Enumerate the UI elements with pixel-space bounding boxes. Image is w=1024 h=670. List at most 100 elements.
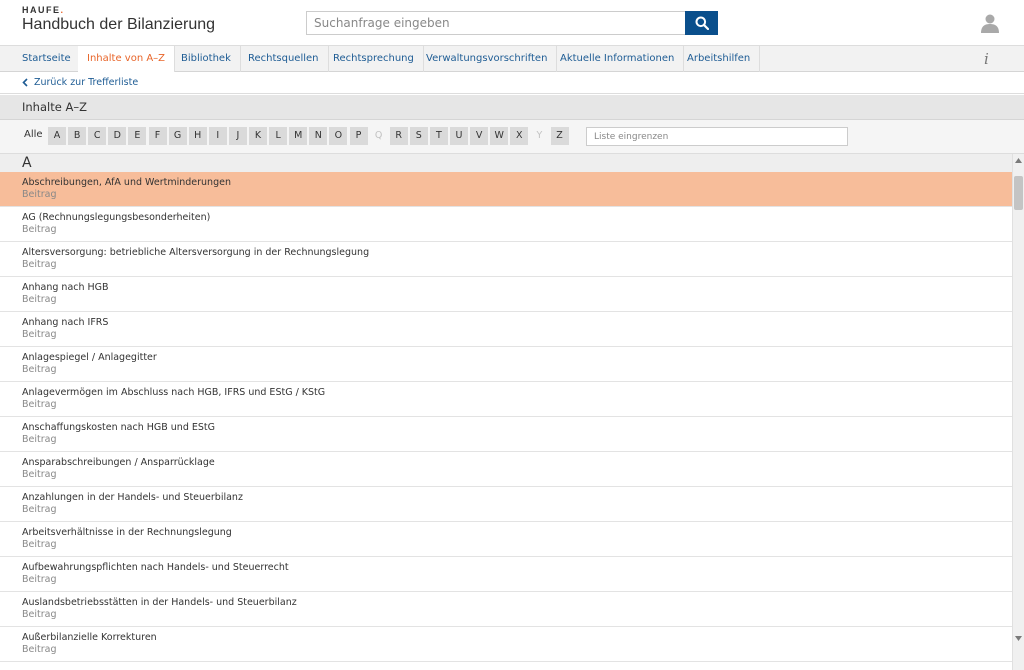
list-item[interactable]: AG (Rechnungslegungsbesonderheiten) Beitr…	[0, 207, 1012, 242]
triangle-down-icon	[1015, 636, 1022, 641]
nav-inhalte-a-z[interactable]: Inhalte von A–Z	[78, 46, 176, 73]
list-item-title[interactable]: Außerbilanzielle Korrekturen	[22, 632, 1012, 644]
list-item-type: Beitrag	[22, 189, 57, 200]
list-item-title[interactable]: Auslandsbetriebsstätten in der Handels- …	[22, 597, 1012, 609]
list-item[interactable]: Ansparabschreibungen / Ansparrücklage Bei…	[0, 452, 1012, 487]
alphabet-letter-x[interactable]: X	[510, 127, 529, 145]
alphabet-letter-y: Y	[536, 130, 543, 141]
list-item-title[interactable]: Anhang nach HGB	[22, 282, 1012, 294]
list-item[interactable]: Anschaffungskosten nach HGB und EStG Beit…	[0, 417, 1012, 452]
alphabet-all[interactable]: Alle	[24, 129, 43, 140]
page-title: Inhalte A–Z	[22, 100, 87, 114]
list-item-type: Beitrag	[22, 504, 57, 515]
list-item-title[interactable]: Ansparabschreibungen / Ansparrücklage	[22, 457, 1012, 469]
alphabet-letter-s[interactable]: S	[409, 127, 428, 145]
content-list: A Abschreibungen, AfA und Wertminderunge…	[0, 154, 1012, 670]
triangle-up-icon	[1015, 158, 1022, 163]
list-item[interactable]: Außerbilanzielle Korrekturen Beitrag	[0, 627, 1012, 662]
chevron-left-icon	[22, 78, 28, 87]
list-scrollbar[interactable]	[1012, 154, 1024, 670]
nav-aktuelle-informationen[interactable]: Aktuelle Informationen	[551, 46, 685, 72]
scroll-up-arrow[interactable]	[1013, 158, 1024, 166]
list-item-type: Beitrag	[22, 364, 57, 375]
list-item[interactable]: Arbeitsverhältnisse in der Rechnungslegu…	[0, 522, 1012, 557]
alphabet-letter-o[interactable]: O	[329, 127, 348, 145]
alphabet-letter-q: Q	[374, 130, 383, 141]
list-item-type: Beitrag	[22, 399, 57, 410]
alphabet-letter-g[interactable]: G	[168, 127, 187, 145]
search-bar	[306, 11, 718, 35]
alphabet-letter-p[interactable]: P	[349, 127, 368, 145]
search-input[interactable]	[306, 11, 686, 35]
alphabet-letter-a[interactable]: A	[48, 127, 66, 145]
list-item[interactable]: Auslandsbetriebsstätten in der Handels- …	[0, 592, 1012, 627]
app-title[interactable]: Handbuch der Bilanzierung	[22, 16, 215, 34]
list-item-type: Beitrag	[22, 469, 57, 480]
alphabet-letter-u[interactable]: U	[450, 127, 468, 145]
alphabet-letter-f[interactable]: F	[148, 127, 167, 145]
app-header: HAUFE. Handbuch der Bilanzierung	[0, 0, 1024, 45]
alphabet-letter-b[interactable]: B	[68, 127, 87, 145]
nav-rechtsquellen[interactable]: Rechtsquellen	[239, 46, 329, 72]
list-item[interactable]: Aufbewahrungspflichten nach Handels- und…	[0, 557, 1012, 592]
alphabet-letter-e[interactable]: E	[128, 127, 147, 145]
alphabet-letter-m[interactable]: M	[289, 127, 308, 145]
group-letter-heading: A	[0, 154, 1012, 172]
alphabet-letter-i[interactable]: I	[208, 127, 227, 145]
list-item-type: Beitrag	[22, 294, 57, 305]
nav-verwaltungsvorschriften[interactable]: Verwaltungsvorschriften	[417, 46, 558, 72]
alphabet-letter-t[interactable]: T	[429, 127, 448, 145]
back-to-results-link[interactable]: Zurück zur Trefferliste	[22, 77, 138, 88]
list-item-title[interactable]: Anzahlungen in der Handels- und Steuerbi…	[22, 492, 1012, 504]
list-item-title[interactable]: Arbeitsverhältnisse in der Rechnungslegu…	[22, 527, 1012, 539]
list-item-type: Beitrag	[22, 224, 57, 235]
list-item[interactable]: Anzahlungen in der Handels- und Steuerbi…	[0, 487, 1012, 522]
alphabet-letter-r[interactable]: R	[389, 127, 408, 145]
haufe-logo[interactable]: HAUFE.	[22, 5, 65, 15]
alphabet-letter-d[interactable]: D	[108, 127, 127, 145]
list-item-type: Beitrag	[22, 574, 57, 585]
alphabet-letter-l[interactable]: L	[269, 127, 288, 145]
alphabet-letter-v[interactable]: V	[470, 127, 489, 145]
nav-startseite[interactable]: Startseite	[13, 46, 81, 72]
list-item-title[interactable]: Anschaffungskosten nach HGB und EStG	[22, 422, 1012, 434]
list-item-type: Beitrag	[22, 434, 57, 445]
list-item-type: Beitrag	[22, 329, 57, 340]
user-icon[interactable]	[980, 13, 1000, 33]
nav-bibliothek[interactable]: Bibliothek	[172, 46, 241, 72]
alphabet-letter-z[interactable]: Z	[550, 127, 569, 145]
list-item-title[interactable]: AG (Rechnungslegungsbesonderheiten)	[22, 212, 1012, 224]
alphabet-letter-k[interactable]: K	[249, 127, 267, 145]
list-item-title[interactable]: Aufbewahrungspflichten nach Handels- und…	[22, 562, 1012, 574]
list-item-title[interactable]: Abschreibungen, AfA und Wertminderungen	[22, 177, 1012, 189]
search-icon	[695, 16, 709, 30]
nav-rechtsprechung[interactable]: Rechtsprechung	[324, 46, 424, 72]
list-item[interactable]: Altersversorgung: betriebliche Altersver…	[0, 242, 1012, 277]
nav-arbeitshilfen[interactable]: Arbeitshilfen	[678, 46, 761, 72]
alphabet-letter-h[interactable]: H	[188, 127, 207, 145]
alphabet-letter-n[interactable]: N	[309, 127, 328, 145]
main-navigation: Startseite Inhalte von A–Z Bibliothek Re…	[0, 45, 1024, 73]
list-item[interactable]: Anlagespiegel / Anlagegitter Beitrag	[0, 347, 1012, 382]
alphabet-filter-bar: Alle ABCDEFGHIJKLMNOPQRSTUVWXYZ	[0, 120, 1024, 154]
scroll-down-arrow[interactable]	[1013, 636, 1024, 644]
scroll-thumb[interactable]	[1014, 176, 1023, 210]
list-filter-input[interactable]	[586, 127, 848, 146]
alphabet-letter-j[interactable]: J	[228, 127, 247, 145]
list-item-type: Beitrag	[22, 609, 57, 620]
list-item-title[interactable]: Altersversorgung: betriebliche Altersver…	[22, 247, 1012, 259]
list-item[interactable]: Anhang nach IFRS Beitrag	[0, 312, 1012, 347]
list-item-title[interactable]: Anlagespiegel / Anlagegitter	[22, 352, 1012, 364]
info-icon[interactable]: i	[984, 50, 989, 68]
section-header: Inhalte A–Z	[0, 95, 1024, 120]
list-item-title[interactable]: Anhang nach IFRS	[22, 317, 1012, 329]
alphabet-letter-c[interactable]: C	[88, 127, 107, 145]
list-item[interactable]: Anhang nach HGB Beitrag	[0, 277, 1012, 312]
list-item[interactable]: Anlagevermögen im Abschluss nach HGB, IF…	[0, 382, 1012, 417]
list-item[interactable]: Abschreibungen, AfA und Wertminderungen B…	[0, 172, 1012, 207]
alphabet-letter-w[interactable]: W	[490, 127, 509, 145]
list-item-title[interactable]: Anlagevermögen im Abschluss nach HGB, IF…	[22, 387, 1012, 399]
search-button[interactable]	[685, 11, 718, 35]
list-item-type: Beitrag	[22, 539, 57, 550]
back-link-label: Zurück zur Trefferliste	[34, 77, 139, 88]
